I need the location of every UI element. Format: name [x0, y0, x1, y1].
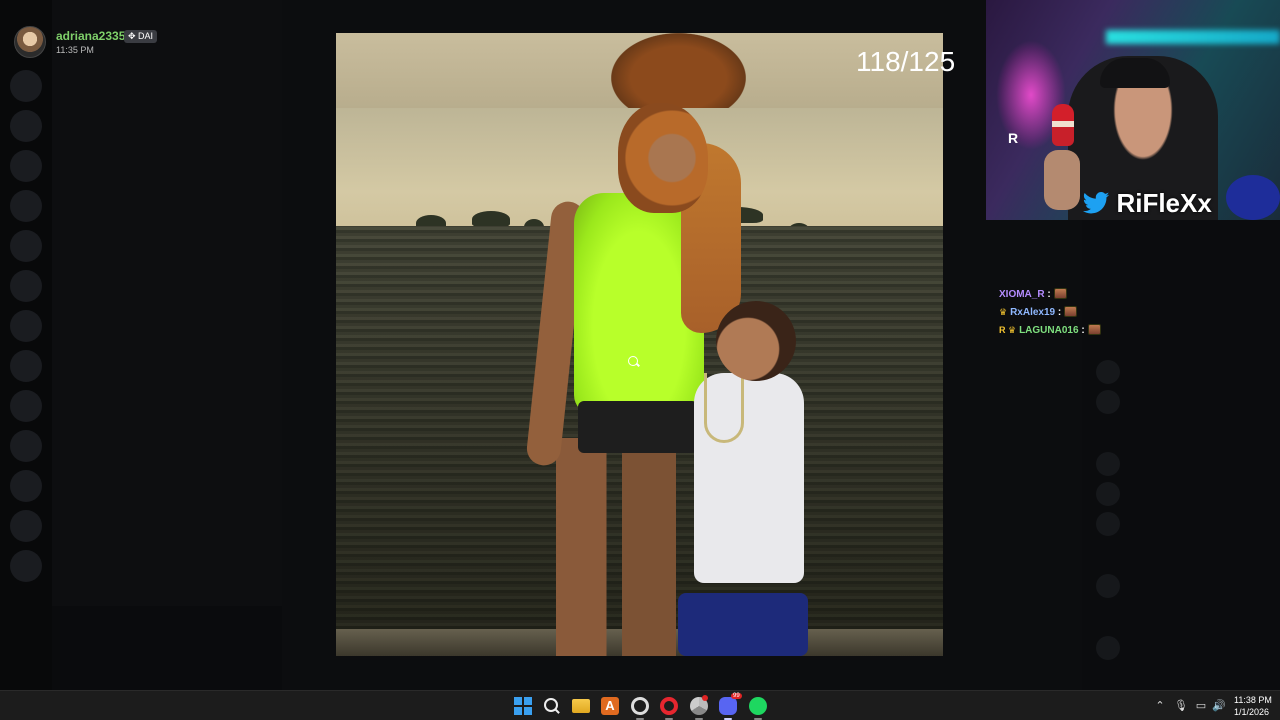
taskbar: A 99 ⌃ 🎙 ▭ 🔊 11:38 PM 1/1/2026 [0, 690, 1280, 720]
server-icon [10, 350, 42, 382]
discord-icon[interactable] [719, 697, 737, 715]
server-icon [10, 70, 42, 102]
chat-separator: : [1055, 307, 1062, 318]
member-list [1082, 220, 1280, 690]
server-icon [10, 390, 42, 422]
chevron-up-icon[interactable]: ⌃ [1154, 700, 1166, 712]
server-tag-badge: ✥ DAI [124, 30, 158, 43]
santa-figure [1052, 104, 1074, 146]
server-icon [10, 150, 42, 182]
chat-username: RxAlex19 [1010, 307, 1056, 318]
channel-list [52, 0, 282, 690]
brand-name: RiFleXx [1116, 188, 1212, 218]
search-icon[interactable] [543, 697, 561, 715]
photo-boy-chain [704, 373, 744, 443]
user-panel [52, 606, 282, 690]
balloons [1226, 175, 1280, 220]
server-icon [10, 110, 42, 142]
member-avatar [1096, 482, 1120, 506]
streamer-hand [1044, 150, 1080, 210]
crown-badge-icon: R ♛ [999, 325, 1017, 335]
network-icon[interactable]: ▭ [1195, 700, 1207, 712]
chat-separator: : [1078, 325, 1085, 336]
server-icon [10, 470, 42, 502]
server-icon [10, 310, 42, 342]
author-timestamp: 11:35 PM [56, 45, 94, 55]
opera-icon[interactable] [660, 697, 678, 715]
photo-boy-head [716, 301, 796, 381]
member-avatar [1096, 512, 1120, 536]
app-a-icon[interactable]: A [601, 697, 619, 715]
member-avatar [1096, 636, 1120, 660]
server-icon [10, 270, 42, 302]
server-icon [10, 510, 42, 542]
member-avatar [1096, 452, 1120, 476]
photo-woman-head [618, 103, 708, 213]
viewed-image[interactable] [336, 33, 943, 656]
emote-icon [1087, 324, 1101, 335]
server-icon [10, 230, 42, 262]
discord-notification-badge: 99 [731, 693, 742, 699]
clock-date[interactable]: 1/1/2026 [1234, 707, 1269, 717]
photo-woman-shorts [578, 401, 698, 453]
spotify-icon[interactable] [749, 697, 767, 715]
chat-separator: : [1044, 289, 1051, 300]
zoom-cursor-icon [628, 356, 638, 366]
streamer-cap [1100, 58, 1170, 88]
image-counter: 118/125 [856, 46, 956, 77]
avatar[interactable] [14, 26, 46, 58]
chat-username: XIOMA_R [999, 289, 1045, 300]
chat-message: XIOMA_R : [999, 288, 1067, 300]
streamer-brand: RiFleXx [1082, 188, 1212, 218]
member-avatar [1096, 574, 1120, 598]
windows-start-icon[interactable] [514, 697, 532, 715]
photo-woman-legs [556, 438, 676, 656]
server-icon [10, 190, 42, 222]
member-avatar [1096, 390, 1120, 414]
emote-icon [1064, 306, 1078, 317]
server-icon [10, 430, 42, 462]
twitter-icon [1082, 191, 1112, 216]
crown-badge-icon: ♛ [999, 307, 1008, 317]
emote-icon [1053, 288, 1067, 299]
cam-teal-light [1106, 30, 1280, 44]
clock-time[interactable]: 11:38 PM [1234, 695, 1272, 705]
server-rail [0, 0, 52, 690]
server-icon [10, 550, 42, 582]
member-avatar [1096, 360, 1120, 384]
chat-message: R ♛ LAGUNA016 : [999, 324, 1101, 336]
webcam-overlay: R RiFleXx [986, 0, 1280, 220]
photo-island [472, 211, 510, 227]
notification-dot [702, 695, 708, 701]
chat-message: ♛ RxAlex19 : [999, 306, 1078, 318]
photo-hair [611, 33, 746, 108]
file-explorer-icon[interactable] [572, 699, 590, 713]
obs-icon[interactable] [631, 697, 649, 715]
r-logo-icon: R [1008, 130, 1019, 146]
chat-username: LAGUNA016 [1019, 325, 1079, 336]
microphone-icon[interactable]: 🎙 [1174, 700, 1188, 712]
photo-boy-shorts [678, 593, 808, 656]
author-username[interactable]: adriana2335 [56, 29, 125, 43]
volume-icon[interactable]: 🔊 [1212, 700, 1226, 712]
